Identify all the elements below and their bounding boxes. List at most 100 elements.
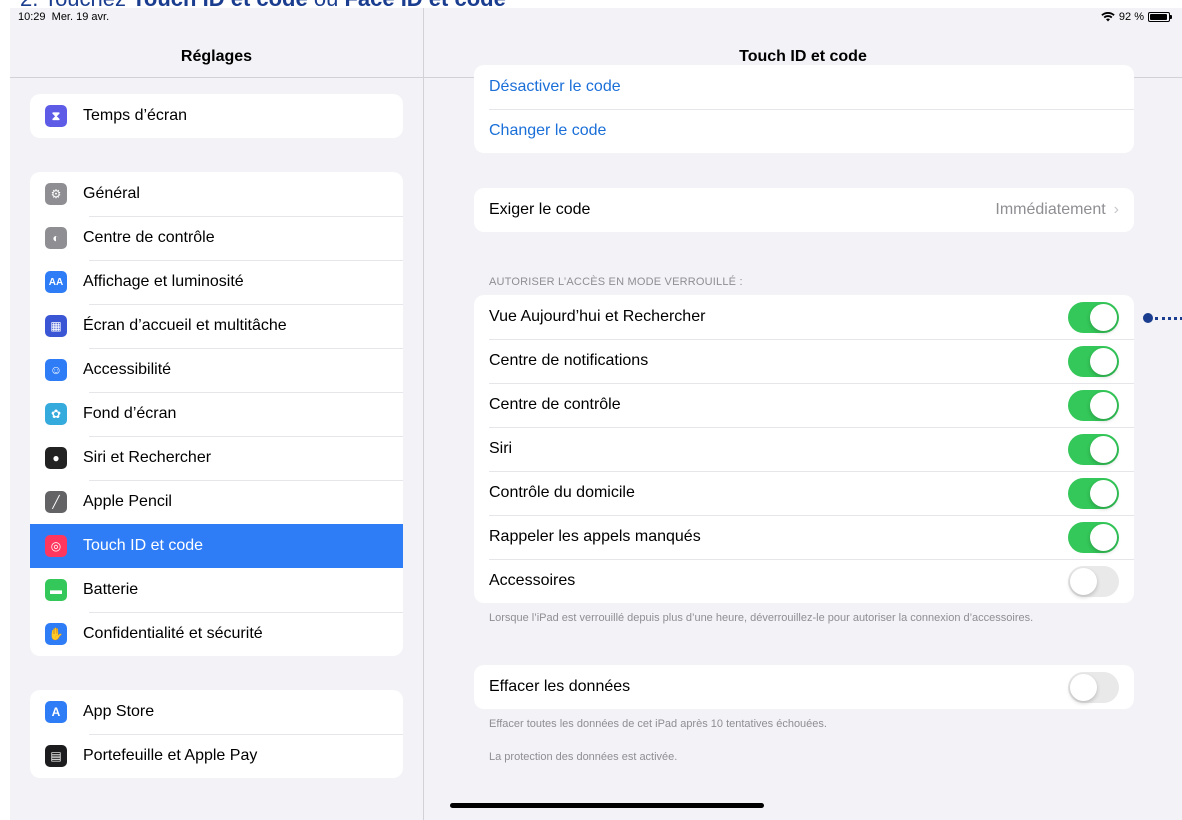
locked-access-row: Centre de notifications (474, 339, 1134, 383)
battery-percent: 92 % (1118, 11, 1144, 23)
accessories-note: Lorsque l’iPad est verrouillé depuis plu… (489, 612, 1034, 624)
app-store-icon: A (45, 701, 67, 723)
sidebar-item[interactable]: ◐ Centre de contrôle (30, 216, 403, 260)
sidebar-item[interactable]: AA Affichage et luminosité (30, 260, 403, 304)
sidebar-item[interactable]: A App Store (30, 690, 403, 734)
toggle-knob (1090, 435, 1117, 463)
erase-note: Effacer toutes les données de cet iPad a… (489, 718, 827, 730)
sidebar-item[interactable]: ☺ Accessibilité (30, 348, 403, 392)
toggle-knob (1070, 567, 1097, 595)
detail-pane: Touch ID et code Désactiver le code Chan… (424, 8, 1182, 820)
locked-access-toggle[interactable] (1068, 389, 1119, 421)
locked-access-label: Centre de notifications (489, 352, 649, 369)
toggle-knob (1090, 347, 1117, 375)
locked-access-toggle[interactable] (1068, 433, 1119, 465)
require-code-label: Exiger le code (489, 201, 591, 218)
sidebar-item[interactable]: ⧗ Temps d’écran (30, 94, 403, 138)
locked-access-toggle[interactable] (1068, 521, 1119, 553)
sidebar-item-label: Siri et Rechercher (83, 449, 212, 466)
status-right: 92 % (1101, 11, 1172, 23)
text-size-icon: AA (45, 271, 67, 293)
battery-fill (1150, 14, 1167, 20)
locked-access-row: Accessoires (474, 559, 1134, 603)
sidebar-item-label: Portefeuille et Apple Pay (83, 747, 258, 764)
locked-access-row: Vue Aujourd’hui et Rechercher (474, 295, 1134, 339)
change-code-row[interactable]: Changer le code (474, 109, 1134, 153)
sidebar-item-label: Accessibilité (83, 361, 172, 378)
locked-access-label: Accessoires (489, 572, 576, 589)
sidebar-item-label: Touch ID et code (83, 537, 204, 554)
sidebar-item-label: Apple Pencil (83, 493, 172, 510)
switches-icon: ◐ (45, 227, 67, 249)
locked-access-header: AUTORISER L’ACCÈS EN MODE VERROUILLÉ : (489, 276, 743, 288)
disable-code-link[interactable]: Désactiver le code (489, 78, 621, 96)
status-time: 10:29 Mer. 19 avr. (18, 11, 109, 23)
disable-code-row[interactable]: Désactiver le code (474, 65, 1134, 109)
sidebar-item[interactable]: ✋ Confidentialité et sécurité (30, 612, 403, 656)
home-indicator[interactable] (450, 803, 764, 808)
sidebar-item[interactable]: ╱ Apple Pencil (30, 480, 403, 524)
divider (10, 77, 423, 78)
sidebar-item[interactable]: ⚙ Général (30, 172, 403, 216)
sidebar-item-label: Fond d’écran (83, 405, 177, 422)
locked-access-toggle[interactable] (1068, 565, 1119, 597)
ipad-screen: Réglages ⧗ Temps d’écran ⚙ Général ◐ Centre d… (10, 8, 1182, 820)
sidebar-item[interactable]: ✿ Fond d’écran (30, 392, 403, 436)
sidebar-item[interactable]: ▦ Écran d’accueil et multitâche (30, 304, 403, 348)
pencil-icon: ╱ (45, 491, 67, 513)
date-text: Mer. 19 avr. (51, 11, 110, 23)
locked-access-label: Centre de contrôle (489, 396, 621, 413)
battery-icon: ▬ (45, 579, 67, 601)
locked-access-toggle[interactable] (1068, 477, 1119, 509)
locked-access-row: Rappeler les appels manqués (474, 515, 1134, 559)
locked-access-label: Siri (489, 440, 513, 457)
require-code-value: Immédiatement (995, 201, 1106, 218)
code-card: Désactiver le code Changer le code (474, 65, 1134, 153)
locked-access-toggle[interactable] (1068, 345, 1119, 377)
sidebar-item[interactable]: ▤ Portefeuille et Apple Pay (30, 734, 403, 778)
accessibility-icon: ☺ (45, 359, 67, 381)
status-bar: 10:29 Mer. 19 avr. 92 % (10, 8, 1182, 26)
toggle-knob (1070, 673, 1097, 701)
hourglass-icon: ⧗ (45, 105, 67, 127)
change-code-link[interactable]: Changer le code (489, 122, 606, 140)
callout-dot (1143, 313, 1153, 323)
protection-note: La protection des données est activée. (489, 751, 678, 763)
erase-data-card: Effacer les données (474, 665, 1134, 709)
erase-data-row: Effacer les données (474, 665, 1134, 709)
locked-access-card: Vue Aujourd’hui et Rechercher Centre de n… (474, 295, 1134, 603)
sidebar-item-label: App Store (83, 703, 155, 720)
toggle-knob (1090, 391, 1117, 419)
locked-access-row: Siri (474, 427, 1134, 471)
sidebar-item[interactable]: ● Siri et Rechercher (30, 436, 403, 480)
wifi-icon (1101, 12, 1115, 22)
flower-icon: ✿ (45, 403, 67, 425)
sidebar-item-label: Centre de contrôle (83, 229, 215, 246)
sidebar-item-label: Général (83, 185, 140, 202)
grid-icon: ▦ (45, 315, 67, 337)
sidebar-title: Réglages (180, 48, 253, 65)
locked-access-row: Centre de contrôle (474, 383, 1134, 427)
hand-icon: ✋ (45, 623, 67, 645)
siri-icon: ● (45, 447, 67, 469)
wallet-icon: ▤ (45, 745, 67, 767)
time-text: 10:29 (18, 11, 46, 23)
sidebar-item-label: Confidentialité et sécurité (83, 625, 263, 642)
erase-data-label: Effacer les données (489, 678, 631, 695)
sidebar-item[interactable]: ◎ Touch ID et code (30, 524, 403, 568)
locked-access-toggle[interactable] (1068, 301, 1119, 333)
erase-data-toggle[interactable] (1068, 671, 1119, 703)
locked-access-label: Vue Aujourd’hui et Rechercher (489, 308, 706, 325)
toggle-knob (1090, 479, 1117, 507)
require-code-row[interactable]: Exiger le code Immédiatement › (474, 188, 1134, 232)
sidebar-item-label: Batterie (83, 581, 139, 598)
sidebar-group: ⧗ Temps d’écran (30, 94, 403, 138)
locked-access-label: Rappeler les appels manqués (489, 528, 701, 545)
callout-line (1155, 316, 1182, 320)
require-code-card: Exiger le code Immédiatement › (474, 188, 1134, 232)
sidebar-group: A App Store ▤ Portefeuille et Apple Pay (30, 690, 403, 778)
detail-title: Touch ID et code (739, 48, 867, 65)
sidebar-item[interactable]: ▬ Batterie (30, 568, 403, 612)
sidebar-item-label: Temps d’écran (83, 107, 188, 124)
toggle-knob (1090, 303, 1117, 331)
